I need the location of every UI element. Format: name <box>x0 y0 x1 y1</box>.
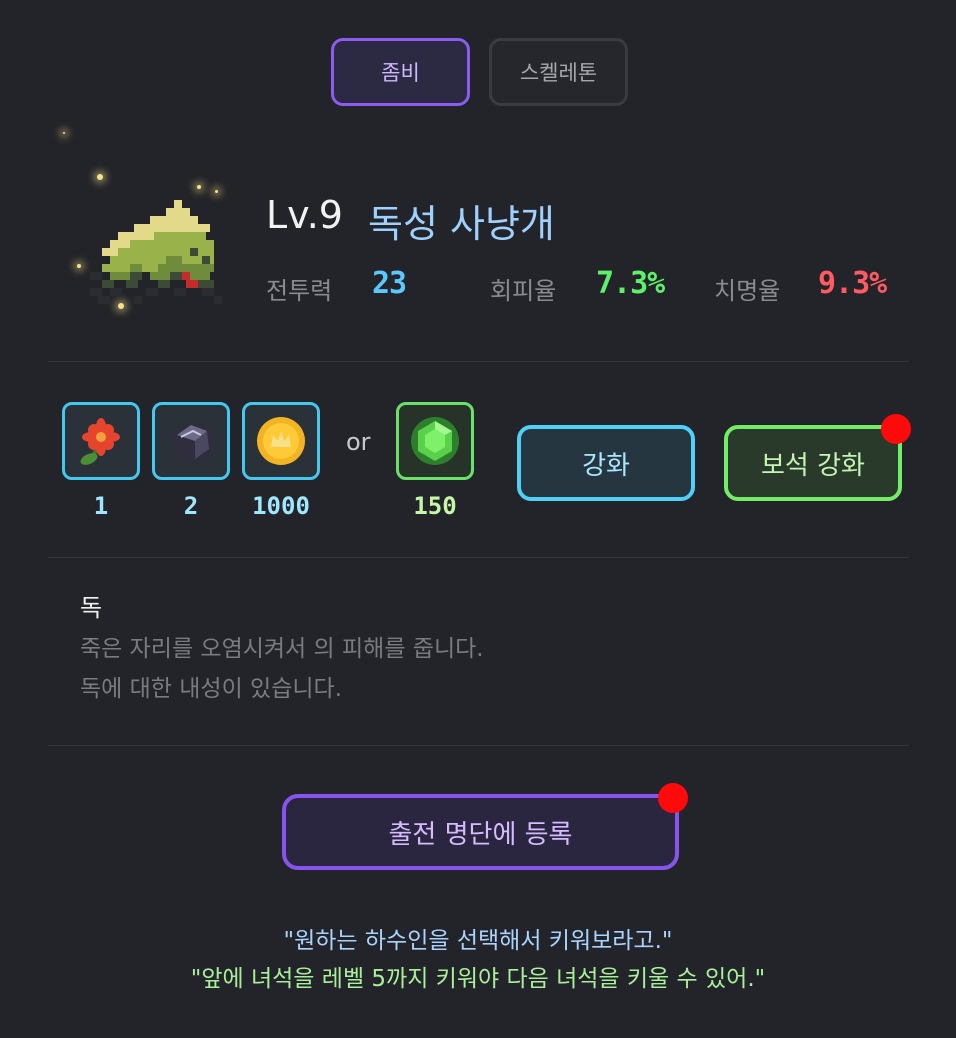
divider <box>48 361 909 362</box>
sparkle-icon <box>77 264 81 268</box>
power-label: 전투력 <box>266 277 333 305</box>
tab-skeleton[interactable]: 스켈레톤 <box>489 38 628 106</box>
skill-description-line: 독에 대한 내성이 있습니다. <box>80 676 343 702</box>
divider <box>48 745 909 746</box>
or-label: or <box>346 428 371 456</box>
sparkle-icon <box>63 132 65 134</box>
register-roster-button[interactable]: 출전 명단에 등록 <box>282 794 679 870</box>
sparkle-icon <box>215 190 218 193</box>
material-flower[interactable] <box>62 402 140 480</box>
crit-value: 9.3% <box>818 266 887 301</box>
crit-label: 치명율 <box>714 277 781 305</box>
evasion-label: 회피율 <box>490 277 557 305</box>
npc-quote: "앞에 녀석을 레벨 5까지 키워야 다음 녀석을 키울 수 있어." <box>190 966 766 992</box>
upgrade-button[interactable]: 강화 <box>517 425 695 501</box>
power-value: 23 <box>372 266 407 301</box>
gold-count: 1000 <box>252 492 310 520</box>
skill-description-line: 죽은 자리를 오염시켜서 의 피해를 줍니다. <box>80 636 484 662</box>
material-gold[interactable] <box>242 402 320 480</box>
sparkle-icon <box>197 185 201 189</box>
divider <box>48 557 909 558</box>
tab-zombie[interactable]: 좀비 <box>331 38 470 106</box>
sparkle-icon <box>97 174 103 180</box>
evasion-value: 7.3% <box>596 266 665 301</box>
material-gem[interactable] <box>396 402 474 480</box>
gem-count: 150 <box>413 492 457 520</box>
skill-title: 독 <box>80 594 103 622</box>
notification-badge <box>658 783 688 813</box>
monster-level: Lv.9 <box>266 193 343 237</box>
notification-badge <box>881 414 911 444</box>
npc-quote: "원하는 하수인을 선택해서 키워보라고." <box>283 928 673 954</box>
gem-upgrade-button[interactable]: 보석 강화 <box>724 425 902 501</box>
zombie-hound-icon <box>90 200 222 304</box>
material-ore[interactable] <box>152 402 230 480</box>
monster-name: 독성 사냥개 <box>368 202 555 246</box>
red-flower-icon <box>80 418 120 465</box>
green-gem-icon <box>411 417 459 465</box>
dark-ore-icon <box>173 421 213 463</box>
gold-coin-icon <box>257 417 305 465</box>
